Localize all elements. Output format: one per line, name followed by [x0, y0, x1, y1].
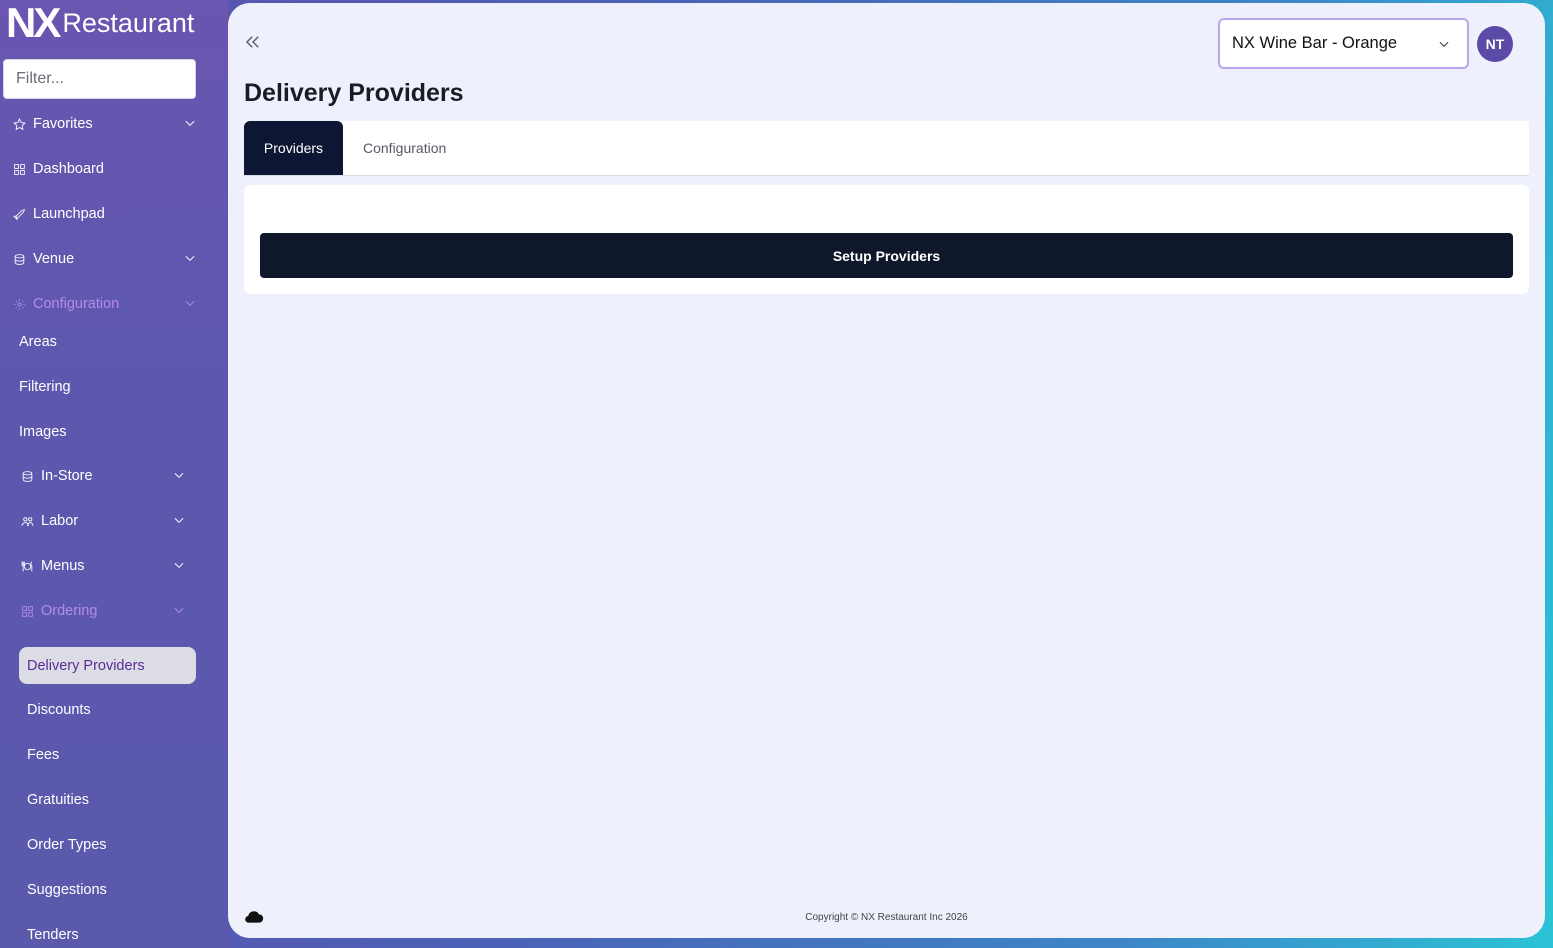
chevron-down-icon — [174, 472, 184, 478]
setup-providers-button[interactable]: Setup Providers — [260, 233, 1513, 278]
sidebar-item-label: Venue — [33, 251, 75, 267]
chevron-down-icon — [185, 255, 195, 261]
sidebar-item-venue[interactable]: Venue — [11, 239, 211, 279]
sidebar-item-configuration[interactable]: Configuration — [11, 284, 211, 324]
chevron-down-icon — [185, 120, 195, 126]
venue-select[interactable]: NX Wine Bar - Orange — [1218, 18, 1469, 69]
chevron-down-icon — [185, 300, 195, 306]
sidebar-item-order-types[interactable]: Order Types — [27, 826, 107, 863]
chevron-down-icon — [174, 562, 184, 568]
brand-logo[interactable]: NX Restaurant — [6, 0, 195, 46]
sidebar-item-label: Labor — [41, 513, 79, 529]
sidebar-item-suggestions[interactable]: Suggestions — [27, 871, 107, 908]
page-title: Delivery Providers — [244, 79, 464, 107]
sidebar-item-delivery-providers[interactable]: Delivery Providers — [19, 647, 196, 684]
gear-icon — [11, 296, 27, 312]
sidebar-item-in-store[interactable]: In-Store — [19, 456, 200, 496]
copyright: Copyright © NX Restaurant Inc 2026 — [805, 912, 968, 923]
ordering-icon — [19, 603, 35, 619]
chevron-down-icon — [174, 517, 184, 523]
chevron-down-icon — [174, 607, 184, 613]
utensils-icon — [19, 558, 35, 574]
sidebar-item-gratuities[interactable]: Gratuities — [27, 781, 89, 818]
sidebar-item-label: Dashboard — [33, 161, 104, 177]
sidebar-item-label: In-Store — [41, 468, 93, 484]
filter-input[interactable] — [3, 59, 196, 99]
sidebar-item-label: Launchpad — [33, 206, 105, 222]
people-icon — [19, 513, 35, 529]
sidebar-item-label: Menus — [41, 558, 85, 574]
sidebar-item-label: Favorites — [33, 116, 93, 132]
sidebar-item-label: Ordering — [41, 603, 98, 619]
sidebar-item-images[interactable]: Images — [19, 413, 67, 450]
brand-mark: NX — [6, 0, 61, 46]
sidebar-item-discounts[interactable]: Discounts — [27, 691, 91, 728]
main-panel: NX Wine Bar - Orange NT Delivery Provide… — [228, 3, 1545, 938]
dashboard-icon — [11, 161, 27, 177]
sidebar-item-fees[interactable]: Fees — [27, 736, 59, 773]
sidebar-item-filtering[interactable]: Filtering — [19, 368, 71, 405]
sidebar-item-favorites[interactable]: Favorites — [11, 104, 211, 144]
avatar[interactable]: NT — [1477, 26, 1513, 62]
sidebar-item-launchpad[interactable]: Launchpad — [11, 194, 211, 234]
sidebar-item-tenders[interactable]: Tenders — [27, 916, 79, 948]
collapse-sidebar-icon[interactable] — [244, 33, 262, 51]
venue-select-value: NX Wine Bar - Orange — [1232, 34, 1398, 52]
tab-configuration[interactable]: Configuration — [363, 121, 446, 175]
sidebar-item-areas[interactable]: Areas — [19, 323, 57, 360]
sidebar-item-ordering[interactable]: Ordering — [19, 591, 200, 631]
chevron-down-icon — [1439, 41, 1449, 48]
rocket-icon — [11, 206, 27, 222]
sidebar-item-label: Configuration — [33, 296, 120, 312]
sidebar: NX Restaurant Favorites Dashboard Launch… — [0, 0, 228, 948]
sidebar-item-dashboard[interactable]: Dashboard — [11, 149, 211, 189]
tab-providers[interactable]: Providers — [244, 121, 343, 175]
star-icon — [11, 116, 27, 132]
venue-icon — [11, 251, 27, 267]
sidebar-item-menus[interactable]: Menus — [19, 546, 200, 586]
tab-bar: Providers Configuration — [244, 121, 1529, 176]
providers-card: Setup Providers — [244, 185, 1529, 294]
brand-word: Restaurant — [62, 8, 195, 38]
sidebar-item-labor[interactable]: Labor — [19, 501, 200, 541]
store-icon — [19, 468, 35, 484]
